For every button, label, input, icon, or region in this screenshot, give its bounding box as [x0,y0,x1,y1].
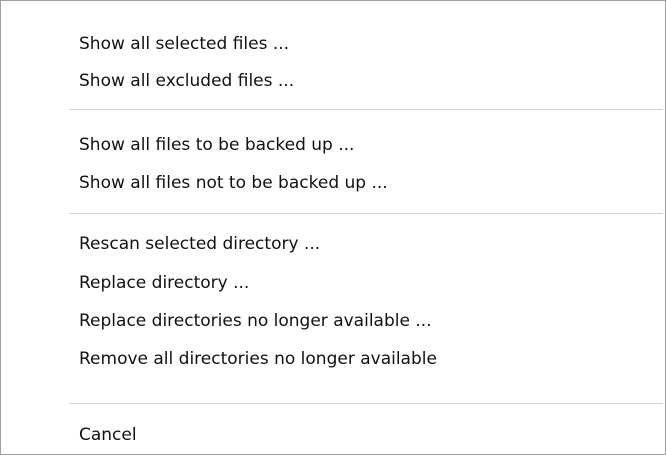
menu-item-show-selected-files[interactable]: Show all selected files ... [79,26,289,62]
menu-separator [69,109,663,110]
menu-item-remove-unavailable-directories[interactable]: Remove all directories no longer availab… [79,341,437,377]
menu-item-rescan-directory[interactable]: Rescan selected directory ... [79,226,320,262]
menu-item-replace-directory[interactable]: Replace directory ... [79,265,249,301]
menu-item-replace-unavailable-directories[interactable]: Replace directories no longer available … [79,303,432,339]
menu-item-cancel[interactable]: Cancel [79,417,137,453]
menu-separator [69,213,663,214]
menu-item-show-files-to-backup[interactable]: Show all files to be backed up ... [79,127,354,163]
menu-separator [69,403,663,404]
menu-item-show-files-not-to-backup[interactable]: Show all files not to be backed up ... [79,165,388,201]
context-menu: Show all selected files ... Show all exc… [0,0,666,455]
menu-item-show-excluded-files[interactable]: Show all excluded files ... [79,63,294,99]
